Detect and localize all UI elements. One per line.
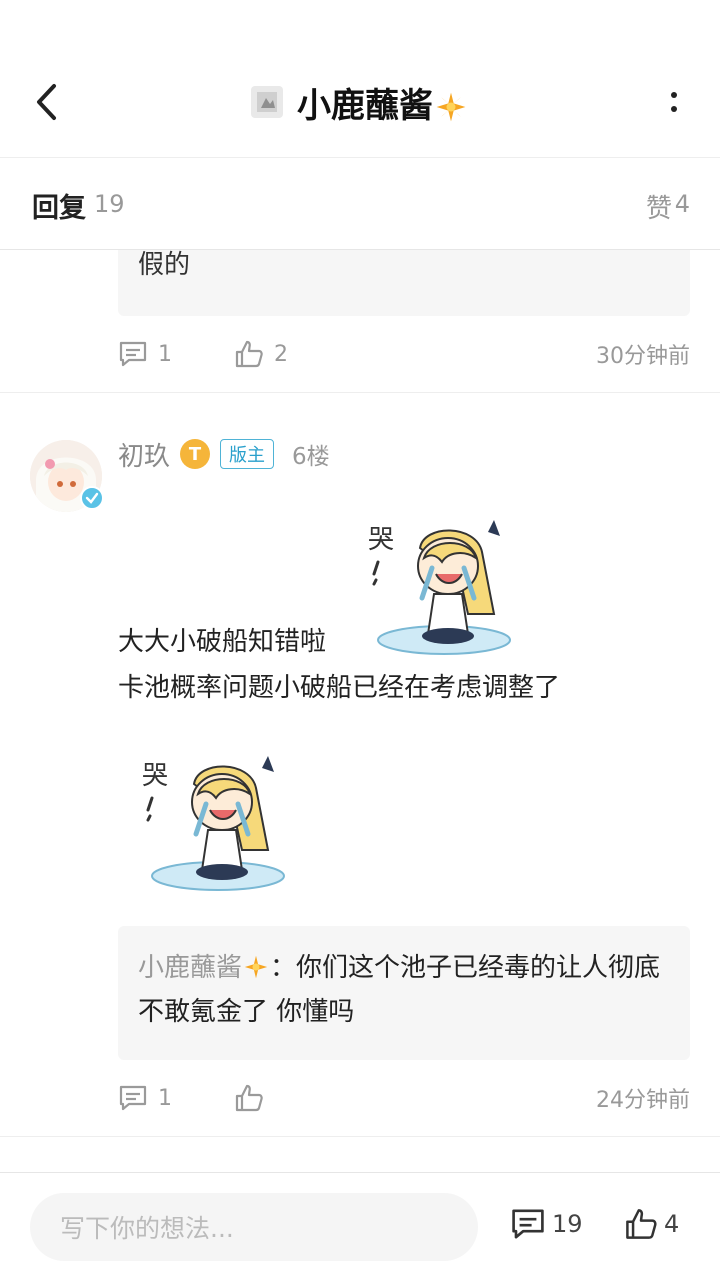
reply-label: 回复 xyxy=(32,193,86,224)
username[interactable]: 初玖 xyxy=(118,436,170,473)
thumbs-up-icon xyxy=(626,1209,657,1239)
floor-number: 6楼 xyxy=(292,444,330,470)
quoted-reply-box[interactable]: 小鹿蘸酱 ：你们这个池子已经毒的让人彻底不敢氪金了 你懂吗 xyxy=(118,926,690,1060)
reply-list: 假的 1 2 30分钟前 初玖 T 版主 6楼 哭 大大小破船知错啦 卡池概率问… xyxy=(0,250,720,1172)
reply-actions: 1 2 30分钟前 xyxy=(118,334,690,374)
star-emoji-icon xyxy=(244,955,268,979)
top-bar: 小鹿蘸酱 xyxy=(0,0,720,158)
divider xyxy=(0,392,720,393)
svg-text:哭: 哭 xyxy=(368,525,394,555)
star-emoji-icon xyxy=(436,92,466,122)
title-area[interactable]: 小鹿蘸酱 xyxy=(0,74,720,130)
moderator-badge: 版主 xyxy=(220,439,275,469)
post-line-2: 卡池概率问题小破船已经在考虑调整了 xyxy=(118,673,561,703)
reply-count: 19 xyxy=(94,190,125,218)
comment-icon xyxy=(119,341,147,367)
level-badge: T xyxy=(180,439,211,469)
post-actions: 1 24分钟前 xyxy=(118,1078,690,1118)
verified-icon xyxy=(80,486,104,510)
quoted-username[interactable]: 小鹿蘸酱 xyxy=(138,953,242,983)
post-line-1: 大大小破船知错啦 xyxy=(118,627,327,657)
bottom-comment-button[interactable]: 19 xyxy=(510,1207,583,1241)
like-button[interactable]: 2 xyxy=(234,339,434,369)
like-button[interactable] xyxy=(234,1083,434,1113)
avatar[interactable] xyxy=(30,440,104,512)
comment-button[interactable]: 1 xyxy=(118,340,234,368)
crying-sticker-large[interactable]: 哭 xyxy=(138,754,288,898)
comment-input[interactable]: 写下你的想法... xyxy=(30,1193,478,1261)
thumbs-up-icon xyxy=(235,1084,263,1112)
quoted-reply[interactable]: 假的 xyxy=(118,250,690,316)
quoted-text: 假的 xyxy=(138,250,191,280)
post-meta: 初玖 T 版主 6楼 xyxy=(118,434,330,474)
comment-icon xyxy=(512,1209,544,1239)
page-title: 小鹿蘸酱 xyxy=(297,78,469,127)
thumbs-up-icon xyxy=(235,340,263,368)
title-avatar xyxy=(251,86,283,118)
timestamp: 24分钟前 xyxy=(596,1088,690,1113)
more-vertical-icon xyxy=(671,92,677,98)
reply-summary-bar: 回复 19 赞 4 xyxy=(0,158,720,250)
comment-icon xyxy=(119,1085,147,1111)
divider xyxy=(0,1136,720,1137)
timestamp: 30分钟前 xyxy=(596,344,690,369)
more-button[interactable] xyxy=(664,80,684,124)
crying-sticker[interactable]: 哭 xyxy=(364,518,514,662)
bottom-bar: 写下你的想法... 19 4 xyxy=(0,1172,720,1280)
svg-text:哭: 哭 xyxy=(142,761,168,791)
comment-button[interactable]: 1 xyxy=(118,1084,234,1112)
bottom-like-button[interactable]: 4 xyxy=(624,1207,679,1241)
like-label: 赞 xyxy=(645,194,672,224)
like-count: 4 xyxy=(674,190,690,218)
